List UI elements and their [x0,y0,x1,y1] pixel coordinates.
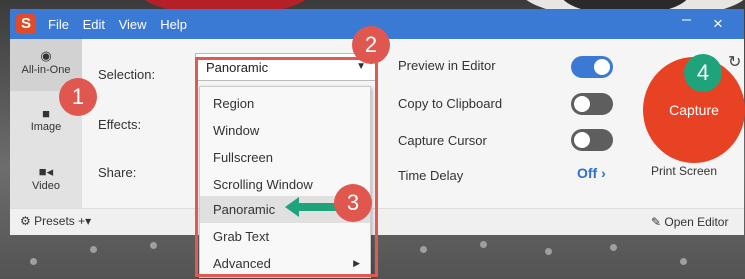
menu-edit[interactable]: Edit [83,17,105,32]
close-button[interactable]: × [713,14,723,34]
preview-in-editor-label: Preview in Editor [398,58,496,73]
tab-video[interactable]: ■◂ Video [10,155,82,207]
presets-label: Presets [34,214,75,228]
add-preset-button[interactable]: +▾ [78,214,91,228]
open-editor-button[interactable]: ✎ Open Editor [651,215,728,229]
selection-label: Selection: [98,67,156,82]
tab-label: All-in-One [21,64,71,76]
time-delay-value[interactable]: Off › [577,165,606,181]
presets-button[interactable]: ⚙ Presets +▾ [20,214,91,228]
capture-mode-tabs: ◉ All-in-One ■ Image ■◂ Video [10,39,82,209]
menu-file[interactable]: File [48,17,69,32]
callout-badge-4: 4 [684,54,722,92]
menu-help[interactable]: Help [160,17,187,32]
tab-label: Image [30,121,62,133]
share-label: Share: [98,165,137,180]
gear-icon: ⚙ [20,214,31,228]
video-camera-icon: ■◂ [38,164,54,179]
callout-highlight-box [195,57,378,277]
menu-bar: File Edit View Help [48,17,197,32]
capture-cursor-toggle[interactable] [571,129,613,151]
copy-to-clipboard-toggle[interactable] [571,93,613,115]
preview-in-editor-toggle[interactable] [571,56,613,78]
callout-badge-1: 1 [59,78,97,116]
minimize-button[interactable]: – [682,11,691,29]
record-icon: ◉ [40,48,52,63]
open-editor-label: Open Editor [664,215,729,229]
callout-badge-3: 3 [334,184,372,222]
tab-label: Video [32,180,60,192]
copy-to-clipboard-label: Copy to Clipboard [398,96,503,111]
menu-view[interactable]: View [119,17,147,32]
edit-icon: ✎ [651,215,662,229]
time-delay-label: Time Delay [398,168,464,183]
snagit-logo-icon: S [16,14,36,34]
print-screen-label: Print Screen [651,164,718,178]
capture-cursor-label: Capture Cursor [398,133,487,148]
refresh-icon[interactable]: ↻ [728,52,741,72]
effects-label: Effects: [98,117,142,132]
callout-badge-2: 2 [352,26,390,64]
